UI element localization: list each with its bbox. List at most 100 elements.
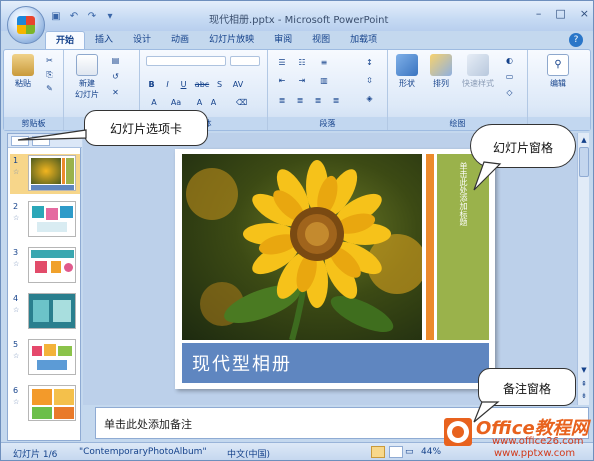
copy-icon[interactable]: ⎘ xyxy=(44,70,55,79)
minimize-button[interactable]: – xyxy=(536,7,542,20)
slide-caption: 现代型相册 xyxy=(192,354,292,375)
editing-button[interactable]: ⚲ 编辑 xyxy=(538,54,578,89)
align-left-icon[interactable]: ≣ xyxy=(274,96,290,105)
slide-thumbnail[interactable] xyxy=(28,385,76,421)
slide-thumbnail[interactable] xyxy=(28,155,76,191)
shape-outline-icon[interactable]: ▭ xyxy=(504,72,515,81)
slide-number: 5 xyxy=(13,340,19,349)
vertical-scrollbar[interactable]: ▲ ▼ ⇞ ⇟ xyxy=(577,133,589,405)
grow-font-icon[interactable]: A xyxy=(194,98,205,107)
slide-thumb-row[interactable]: 6 ☆ xyxy=(10,384,80,424)
tab-slideshow[interactable]: 幻灯片放映 xyxy=(199,31,264,49)
language-indicator[interactable]: 中文(中国) xyxy=(227,447,270,460)
new-slide-label-2: 幻灯片 xyxy=(75,90,99,99)
caption-bar[interactable]: 现代型相册 xyxy=(182,343,489,383)
scroll-thumb[interactable] xyxy=(579,147,589,177)
previous-slide-icon[interactable]: ⇞ xyxy=(579,379,589,389)
clear-format-icon[interactable]: ⌫ xyxy=(236,98,247,107)
slide-number: 4 xyxy=(13,294,19,303)
tab-view[interactable]: 视图 xyxy=(302,31,340,49)
tab-design[interactable]: 设计 xyxy=(123,31,161,49)
shrink-font-icon[interactable]: A xyxy=(208,98,219,107)
numbering-icon[interactable]: ☷ xyxy=(294,58,310,67)
smartart-icon[interactable]: ◈ xyxy=(364,94,375,103)
quick-styles-button[interactable]: 快速样式 xyxy=(460,54,496,89)
sunflower-photo[interactable] xyxy=(182,154,422,340)
underline-button[interactable]: U xyxy=(178,80,189,89)
text-direction-icon[interactable]: ↕ xyxy=(364,58,375,67)
slide-sorter-icon[interactable] xyxy=(389,446,403,458)
reset-icon[interactable]: ↺ xyxy=(110,72,121,81)
scroll-up-icon[interactable]: ▲ xyxy=(579,135,589,145)
cut-icon[interactable]: ✂ xyxy=(44,56,55,65)
maximize-button[interactable]: □ xyxy=(555,7,565,20)
line-spacing-icon[interactable]: ≡ xyxy=(316,58,332,67)
increase-indent-icon[interactable]: ⇥ xyxy=(294,76,310,85)
font-color-icon[interactable]: A xyxy=(146,98,162,107)
layout-icon[interactable]: ▤ xyxy=(110,56,121,65)
arrange-button[interactable]: 排列 xyxy=(426,54,456,89)
align-right-icon[interactable]: ≣ xyxy=(310,96,326,105)
change-case-icon[interactable]: Aa xyxy=(168,98,184,107)
delete-slide-icon[interactable]: ✕ xyxy=(110,88,121,97)
customize-icon[interactable]: ▾ xyxy=(103,10,117,23)
paste-button[interactable]: 粘贴 xyxy=(8,54,38,89)
italic-button[interactable]: I xyxy=(162,80,173,89)
shapes-button[interactable]: 形状 xyxy=(392,54,422,89)
shapes-icon xyxy=(396,54,418,76)
shape-effects-icon[interactable]: ◇ xyxy=(504,88,515,97)
normal-view-icon[interactable] xyxy=(371,446,385,458)
new-slide-label-1: 新建 xyxy=(79,79,95,88)
columns-icon[interactable]: ▥ xyxy=(316,76,332,85)
arrange-label: 排列 xyxy=(433,79,449,88)
scroll-down-icon[interactable]: ▼ xyxy=(579,365,589,375)
help-icon[interactable]: ? xyxy=(569,33,583,47)
slide-thumb-row[interactable]: 3 ☆ xyxy=(10,246,80,286)
paste-label: 粘贴 xyxy=(15,79,31,88)
slide-thumb-row[interactable]: 5 ☆ xyxy=(10,338,80,378)
format-painter-icon[interactable]: ✎ xyxy=(44,84,55,93)
strikethrough-button[interactable]: abc xyxy=(194,80,210,89)
tab-addins[interactable]: 加载项 xyxy=(340,31,387,49)
bold-button[interactable]: B xyxy=(146,80,157,89)
slide-thumbnail[interactable] xyxy=(28,201,76,237)
undo-icon[interactable]: ↶ xyxy=(67,10,81,23)
save-icon[interactable]: ▣ xyxy=(49,10,63,23)
slide-canvas[interactable]: 单击此处添加标题 现代型相册 xyxy=(175,149,495,389)
justify-icon[interactable]: ≣ xyxy=(328,96,344,105)
font-name-select[interactable] xyxy=(146,56,226,66)
slide-thumb-row[interactable]: 4 ☆ xyxy=(10,292,80,332)
tab-insert[interactable]: 插入 xyxy=(85,31,123,49)
close-button[interactable]: × xyxy=(580,7,589,20)
bullets-icon[interactable]: ☰ xyxy=(274,58,290,67)
shadow-button[interactable]: S xyxy=(214,80,225,89)
redo-icon[interactable]: ↷ xyxy=(85,10,99,23)
watermark-url-2: www.pptxw.com xyxy=(494,448,576,459)
slide-thumbnail[interactable] xyxy=(28,293,76,329)
slide-thumbnail[interactable] xyxy=(28,339,76,375)
site-watermark: Office教程网 www.office26.com www.pptxw.com xyxy=(436,410,594,461)
callout-slide-tab-text: 幻灯片选项卡 xyxy=(109,122,182,136)
shape-fill-icon[interactable]: ◐ xyxy=(504,56,515,65)
next-slide-icon[interactable]: ⇟ xyxy=(579,391,589,401)
tab-animations[interactable]: 动画 xyxy=(161,31,199,49)
slide-thumb-row[interactable]: 1 ☆ xyxy=(10,154,80,194)
notes-placeholder: 单击此处添加备注 xyxy=(104,418,192,431)
align-center-icon[interactable]: ≣ xyxy=(292,96,308,105)
new-slide-button[interactable]: 新建 幻灯片 xyxy=(70,54,104,100)
clipboard-group: 粘贴 ✂ ⎘ ✎ 剪贴板 xyxy=(4,50,64,130)
tab-home[interactable]: 开始 xyxy=(45,31,86,49)
callout-slide-pane-text: 幻灯片窗格 xyxy=(492,141,553,155)
font-size-select[interactable] xyxy=(230,56,260,66)
office-logo-icon xyxy=(17,16,35,34)
align-text-icon[interactable]: ⇳ xyxy=(364,76,375,85)
decrease-indent-icon[interactable]: ⇤ xyxy=(274,76,290,85)
binoculars-icon: ⚲ xyxy=(547,54,569,76)
spacing-button[interactable]: AV xyxy=(230,80,246,89)
watermark-url-1: www.office26.com xyxy=(492,436,584,447)
slide-thumb-row[interactable]: 2 ☆ xyxy=(10,200,80,240)
office-button[interactable] xyxy=(7,6,45,44)
slideshow-icon[interactable]: ▭ xyxy=(405,447,414,457)
slide-thumbnail[interactable] xyxy=(28,247,76,283)
tab-review[interactable]: 审阅 xyxy=(264,31,302,49)
